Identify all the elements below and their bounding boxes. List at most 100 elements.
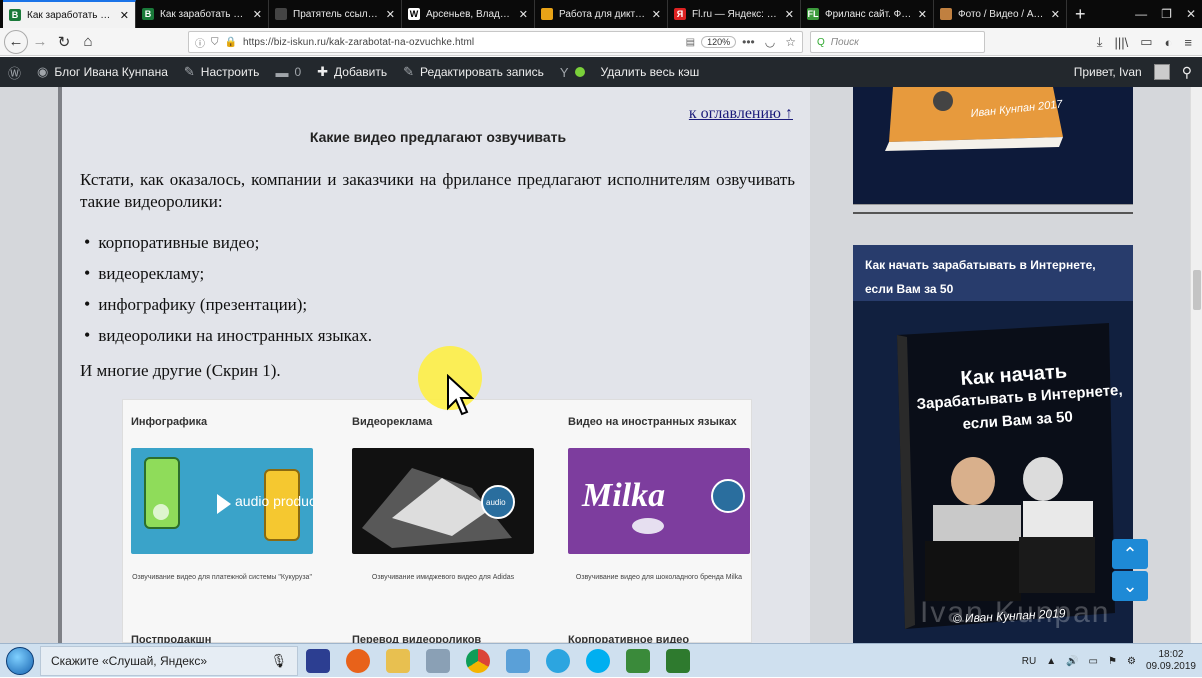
browser-tab[interactable]: Я Fl.ru — Яндекс: наш ✕ <box>668 0 801 28</box>
clear-cache-label: Удалить весь кэш <box>600 65 700 79</box>
card-title: Видеореклама <box>352 416 433 428</box>
browser-tab[interactable]: Фото / Видео / Ауди ✕ <box>934 0 1067 28</box>
explorer-icon[interactable] <box>378 645 418 677</box>
windows-icon <box>6 646 34 675</box>
add-new-link[interactable]: ✚ Добавить <box>309 57 395 87</box>
downloads-icon[interactable]: ⤓ <box>1097 34 1103 50</box>
browser-tab[interactable]: B Как заработать на оз ✕ <box>3 0 136 28</box>
status-dot-icon <box>574 67 585 77</box>
forward-button[interactable]: → <box>28 30 52 54</box>
greeting[interactable]: Привет, Ivan <box>1074 65 1142 79</box>
vertical-scrollbar[interactable] <box>1190 87 1202 643</box>
close-tab-icon[interactable]: ✕ <box>785 8 794 21</box>
page-actions-icon[interactable]: ••• <box>742 35 755 49</box>
scrollbar-thumb[interactable] <box>1193 270 1201 310</box>
yoast-menu[interactable]: Y <box>552 57 593 87</box>
camtasia-recorder-icon[interactable] <box>658 645 698 677</box>
url-text[interactable]: https://biz-iskun.ru/kak-zarabotat-na-oz… <box>243 37 680 48</box>
add-new-label: Добавить <box>334 65 388 79</box>
close-tab-icon[interactable]: ✕ <box>120 9 129 22</box>
telegram-icon[interactable] <box>538 645 578 677</box>
save-app-icon[interactable] <box>298 645 338 677</box>
comments-link[interactable]: ▬ 0 <box>267 57 309 87</box>
clock[interactable]: 18:02 09.09.2019 <box>1146 649 1196 673</box>
brush-icon: ✎ <box>183 64 195 79</box>
camtasia-icon[interactable] <box>618 645 658 677</box>
flag-icon[interactable]: ⚑ <box>1108 656 1117 667</box>
info-icon[interactable]: ⓘ <box>195 35 205 50</box>
chrome-icon[interactable] <box>458 645 498 677</box>
shield-icon[interactable]: ⛉ <box>211 37 219 48</box>
new-tab-button[interactable]: + <box>1067 0 1094 28</box>
close-tab-icon[interactable]: ✕ <box>386 8 395 21</box>
toc-link[interactable]: к оглавлению ↑ <box>689 105 793 123</box>
browser-tab[interactable]: B Как заработать день ✕ <box>136 0 269 28</box>
clear-cache-link[interactable]: Удалить весь кэш <box>593 57 708 87</box>
bird-app-icon[interactable] <box>498 645 538 677</box>
library-icon[interactable]: |||\ <box>1115 35 1129 50</box>
maximize-icon[interactable]: ❐ <box>1161 7 1172 21</box>
site-name-link[interactable]: ◉ Блог Ивана Кунпана <box>29 57 176 87</box>
calculator-icon[interactable] <box>418 645 458 677</box>
microphone-icon[interactable]: 🎙 <box>270 653 287 669</box>
browser-tab[interactable]: Пратятель ссылок PRO ✕ <box>269 0 402 28</box>
close-tab-icon[interactable]: ✕ <box>1051 8 1060 21</box>
tab-title: Как заработать на оз <box>27 9 114 21</box>
settings-icon[interactable]: ⚙ <box>1127 656 1136 667</box>
search-input[interactable]: Q Поиск <box>810 31 985 53</box>
date: 09.09.2019 <box>1145 661 1196 672</box>
search-placeholder: Поиск <box>830 36 859 48</box>
url-bar[interactable]: ⓘ ⛉ 🔒 https://biz-iskun.ru/kak-zarabotat… <box>188 31 803 53</box>
close-window-icon[interactable]: ✕ <box>1186 7 1196 21</box>
tab-favicon-icon: FL <box>807 8 819 20</box>
pocket-icon[interactable]: ◡ <box>765 35 775 49</box>
edit-post-link[interactable]: ✎ Редактировать запись <box>395 57 552 87</box>
close-tab-icon[interactable]: ✕ <box>519 8 528 21</box>
site-name: Блог Ивана Кунпана <box>54 65 168 79</box>
close-tab-icon[interactable]: ✕ <box>652 8 661 21</box>
reader-view-icon[interactable]: ▤ <box>686 37 695 48</box>
close-tab-icon[interactable]: ✕ <box>918 8 927 21</box>
search-icon[interactable]: ⚲ <box>1182 64 1192 81</box>
start-button[interactable] <box>0 644 40 678</box>
scroll-up-button[interactable]: ⌃ <box>1112 539 1148 569</box>
tab-title: Арсеньев, Владимир <box>426 8 513 20</box>
book-cover-2017[interactable]: Иван Кунпан 2017 <box>853 87 1133 204</box>
avatar[interactable] <box>1153 64 1170 80</box>
customize-link[interactable]: ✎ Настроить <box>176 57 268 87</box>
card-title: Перевод видеороликов <box>352 634 482 643</box>
close-tab-icon[interactable]: ✕ <box>253 8 262 21</box>
minimize-icon[interactable]: — <box>1135 7 1147 21</box>
customize-label: Настроить <box>200 65 260 79</box>
skype-icon[interactable] <box>578 645 618 677</box>
zoom-level[interactable]: 120% <box>701 36 737 48</box>
back-button[interactable]: ← <box>4 29 28 54</box>
firefox-icon[interactable] <box>338 645 378 677</box>
scroll-down-button[interactable]: ⌄ <box>1112 571 1148 601</box>
voice-search-box[interactable]: Скажите «Слушай, Яндекс» 🎙 <box>40 645 298 676</box>
ad-video-thumbnail: audio <box>352 448 534 554</box>
language-indicator[interactable]: RU <box>1022 656 1036 667</box>
tray-arrow-icon[interactable]: ▲ <box>1046 656 1056 667</box>
volume-icon[interactable]: 🔊 <box>1066 656 1078 667</box>
tab-favicon-icon <box>275 8 287 20</box>
time: 18:02 <box>1158 649 1184 660</box>
taskbar: Скажите «Слушай, Яндекс» 🎙 RU ▲ 🔊 ▭ ⚑ ⚙ … <box>0 643 1202 677</box>
book-cover-2019[interactable]: Как начать Зарабатывать в Интернете, есл… <box>853 301 1133 643</box>
home-button[interactable]: ⌂ <box>76 30 100 54</box>
dashboard-icon: ◉ <box>37 64 49 79</box>
network-icon[interactable]: ▭ <box>1089 656 1098 667</box>
tab-title: Пратятель ссылок PRO <box>293 8 380 20</box>
browser-tab[interactable]: W Арсеньев, Владимир ✕ <box>402 0 535 28</box>
thumb-text: Milka <box>581 477 665 514</box>
menu-icon[interactable]: ≡ <box>1184 35 1192 50</box>
card-title: Корпоративное видео <box>568 634 690 643</box>
tab-title: Фото / Видео / Ауди <box>958 8 1045 20</box>
browser-tab[interactable]: FL Фриланс сайт. Фри ✕ <box>801 0 934 28</box>
bookmark-star-icon[interactable]: ☆ <box>785 35 796 49</box>
wp-logo[interactable]: Ⓦ <box>0 57 29 87</box>
vpn-icon[interactable]: ◐ <box>1165 35 1173 50</box>
browser-tab[interactable]: Работа для диктора ✕ <box>535 0 668 28</box>
reload-button[interactable]: ↻ <box>52 30 76 54</box>
sidebar-icon[interactable]: ▭ <box>1140 34 1152 50</box>
